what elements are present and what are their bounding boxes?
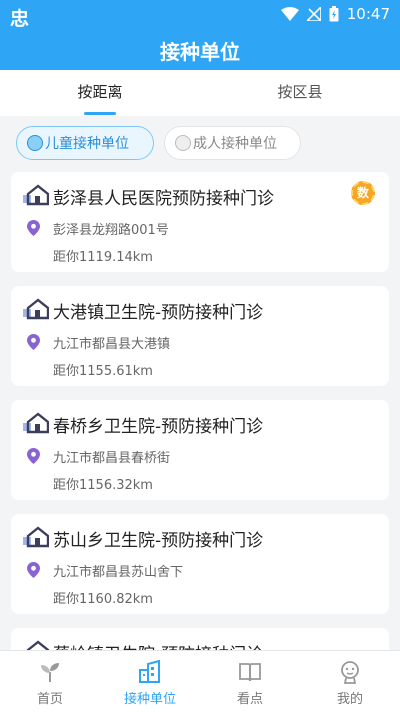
filter-child-vaccination[interactable]: 儿童接种单位 [16, 126, 154, 160]
nav-home[interactable]: 首页 [0, 651, 100, 712]
child-face-icon [27, 135, 43, 151]
nav-highlights[interactable]: 看点 [200, 651, 300, 712]
clinic-address: 九江市都昌县春桥街 [53, 451, 171, 466]
clinic-house-icon [23, 412, 49, 434]
nav-label: 首页 [36, 692, 63, 707]
tab-by-distance[interactable]: 按距离 [0, 70, 200, 116]
clinic-card[interactable]: 苏山乡卫生院-预防接种门诊 九江市都昌县苏山舍下 距你1160.82km [11, 514, 389, 614]
clinic-card[interactable]: 彭泽县人民医院预防接种门诊 数 彭泽县龙翔路001号 距你1119.14km [11, 172, 389, 272]
clinic-name: 彭泽县人民医院预防接种门诊 [53, 189, 274, 209]
book-icon [239, 663, 261, 682]
clinic-name: 苏山乡卫生院-预防接种门诊 [53, 531, 264, 551]
nav-label: 我的 [336, 692, 363, 707]
app-notification-icon: 忠 [10, 8, 30, 30]
adult-face-icon [175, 135, 191, 151]
tab-by-district[interactable]: 按区县 [200, 70, 400, 116]
clinic-address: 九江市都昌县大港镇 [53, 337, 171, 352]
clinic-house-icon [23, 298, 49, 320]
clinic-card[interactable]: 大港镇卫生院-预防接种门诊 九江市都昌县大港镇 距你1155.61km [11, 286, 389, 386]
clinic-address: 彭泽县龙翔路001号 [53, 223, 169, 238]
location-pin-icon [27, 562, 40, 578]
clinic-distance: 距你1119.14km [53, 250, 153, 265]
battery-icon [329, 6, 339, 22]
clinic-house-icon [23, 526, 49, 548]
system-icons: 10:47 [280, 5, 390, 23]
clinic-card[interactable]: 春桥乡卫生院-预防接种门诊 九江市都昌县春桥街 距你1156.32km [11, 400, 389, 500]
sort-tabs: 按距离 按区县 [0, 70, 400, 116]
filter-adult-vaccination[interactable]: 成人接种单位 [164, 126, 301, 160]
filter-label: 成人接种单位 [193, 136, 277, 152]
profile-icon [341, 661, 359, 684]
clinic-distance: 距你1155.61km [53, 364, 153, 379]
bottom-nav: 首页 接种单位 看点 我的 [0, 650, 400, 712]
nav-label: 接种单位 [123, 692, 176, 707]
nav-profile[interactable]: 我的 [300, 651, 400, 712]
app-header: 忠 10:47 接种单位 [0, 0, 400, 70]
clinic-name: 春桥乡卫生院-预防接种门诊 [53, 417, 264, 437]
clinic-distance: 距你1156.32km [53, 478, 153, 493]
digital-badge: 数 [351, 181, 375, 205]
status-clock: 10:47 [346, 5, 390, 23]
nav-clinics[interactable]: 接种单位 [100, 651, 200, 712]
nav-label: 看点 [236, 692, 263, 707]
clinic-distance: 距你1160.82km [53, 592, 153, 607]
home-sprout-icon [41, 663, 59, 682]
clinic-address: 九江市都昌县苏山舍下 [53, 565, 184, 580]
status-bar: 忠 10:47 [0, 0, 400, 30]
filter-label: 儿童接种单位 [45, 136, 129, 152]
wifi-icon [280, 7, 299, 21]
location-pin-icon [27, 334, 40, 350]
location-pin-icon [27, 448, 40, 464]
building-icon [139, 660, 160, 683]
location-pin-icon [27, 220, 40, 236]
page-title: 接种单位 [160, 40, 240, 64]
clinic-name: 大港镇卫生院-预防接种门诊 [53, 303, 264, 323]
no-signal-icon [306, 7, 321, 21]
clinic-house-icon [23, 184, 49, 206]
active-tab-indicator [84, 112, 116, 115]
